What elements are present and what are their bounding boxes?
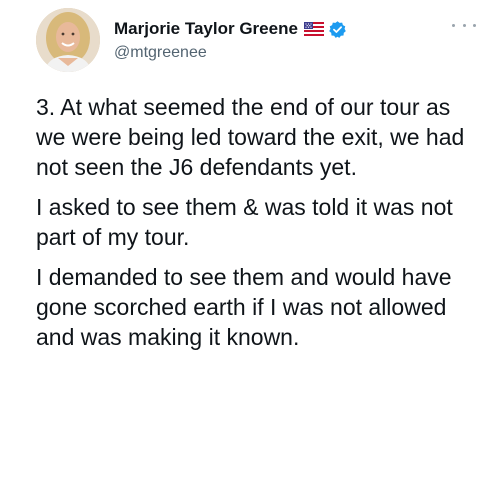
more-dot: [473, 23, 476, 27]
author-names: Marjorie Taylor Greene @mtgreenee: [114, 18, 347, 62]
tweet-paragraph: 3. At what seemed the end of our tour as…: [36, 94, 465, 180]
avatar[interactable]: [36, 8, 100, 72]
name-row: Marjorie Taylor Greene: [114, 18, 347, 40]
verified-badge-icon[interactable]: [328, 20, 347, 39]
tweet-header: Marjorie Taylor Greene @mtgreenee: [36, 4, 476, 76]
more-options-icon[interactable]: [452, 18, 476, 32]
tweet-card: Marjorie Taylor Greene @mtgreenee 3. At …: [0, 0, 500, 486]
display-name[interactable]: Marjorie Taylor Greene: [114, 19, 298, 39]
tweet-paragraph: I demanded to see them and would have go…: [36, 264, 452, 350]
tweet-paragraph: I asked to see them & was told it was no…: [36, 194, 453, 250]
profile-photo: [36, 8, 100, 72]
tweet-text: 3. At what seemed the end of our tour as…: [36, 92, 476, 362]
us-flag-icon: [303, 22, 324, 36]
more-dot: [452, 23, 455, 27]
handle[interactable]: @mtgreenee: [114, 44, 347, 62]
more-dot: [462, 23, 466, 27]
